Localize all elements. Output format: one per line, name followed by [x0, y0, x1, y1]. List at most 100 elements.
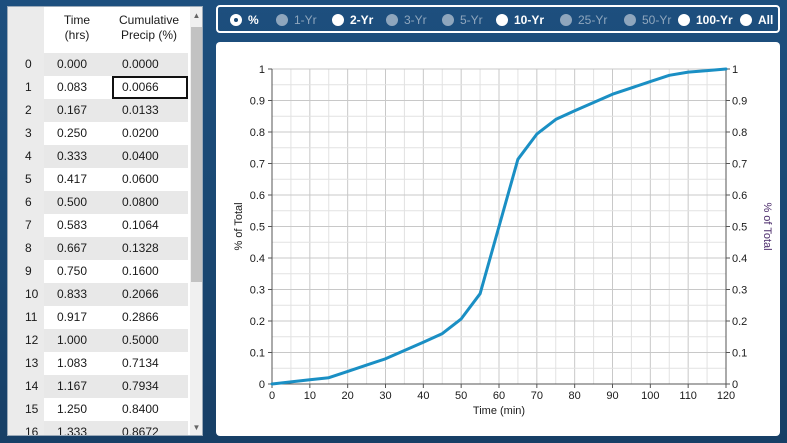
x-tick-label: 100	[641, 390, 659, 402]
table-row[interactable]: 10 0.833 0.2066	[8, 283, 190, 306]
precip-cell[interactable]: 0.0400	[112, 145, 188, 168]
row-index-cell: 7	[8, 214, 44, 237]
precip-cell[interactable]: 0.1064	[112, 214, 188, 237]
time-cell[interactable]: 1.333	[44, 421, 112, 435]
row-index-cell: 2	[8, 99, 44, 122]
row-index-cell: 8	[8, 237, 44, 260]
y-tick-label-right: 0.8	[732, 127, 747, 139]
table-row[interactable]: 14 1.167 0.7934	[8, 375, 190, 398]
radio-label: 25-Yr	[578, 13, 608, 27]
table-row[interactable]: 15 1.250 0.8400	[8, 398, 190, 421]
precip-cell[interactable]: 0.0066	[112, 76, 188, 99]
time-header-line2: (hrs)	[64, 28, 90, 42]
table-row[interactable]: 12 1.000 0.5000	[8, 329, 190, 352]
chart-panel: 0 10 20 30 40 50 60 70 80 90 100 110 120 0 0 0.1 0.1 0.2 0…	[216, 42, 780, 436]
precip-cell[interactable]: 0.8672	[112, 421, 188, 435]
precip-cell[interactable]: 0.0000	[112, 53, 188, 76]
table-row[interactable]: 5 0.417 0.0600	[8, 168, 190, 191]
row-index-cell: 5	[8, 168, 44, 191]
precip-column-header[interactable]: Cumulative Precip (%)	[110, 7, 188, 53]
y-tick-label-left: 0.1	[250, 348, 265, 360]
radio-label: 3-Yr	[404, 13, 427, 27]
table-row[interactable]: 9 0.750 0.1600	[8, 260, 190, 283]
table-row[interactable]: 8 0.667 0.1328	[8, 237, 190, 260]
radio-circle-icon	[624, 14, 636, 26]
x-axis-title: Time (min)	[473, 405, 525, 417]
precip-distribution-chart: 0 10 20 30 40 50 60 70 80 90 100 110 1200 00.1 0.10.2 0…	[233, 64, 773, 417]
time-cell[interactable]: 0.167	[44, 99, 112, 122]
x-tick-label: 20	[342, 390, 354, 402]
time-cell[interactable]: 0.000	[44, 53, 112, 76]
precip-cell[interactable]: 0.7134	[112, 352, 188, 375]
time-cell[interactable]: 1.167	[44, 375, 112, 398]
time-cell[interactable]: 1.083	[44, 352, 112, 375]
time-cell[interactable]: 0.750	[44, 260, 112, 283]
precip-cell[interactable]: 0.0133	[112, 99, 188, 122]
x-tick-label: 60	[493, 390, 505, 402]
table-row[interactable]: 16 1.333 0.8672	[8, 421, 190, 435]
x-tick-label: 70	[531, 390, 543, 402]
table-row[interactable]: 2 0.167 0.0133	[8, 99, 190, 122]
radio-circle-icon	[276, 14, 288, 26]
radio-label: 2-Yr	[350, 13, 374, 27]
precip-cell[interactable]: 0.1328	[112, 237, 188, 260]
time-cell[interactable]: 0.333	[44, 145, 112, 168]
y-tick-label-left: 0.8	[250, 127, 265, 139]
row-index-cell: 14	[8, 375, 44, 398]
time-cell[interactable]: 1.250	[44, 398, 112, 421]
time-cell[interactable]: 0.250	[44, 122, 112, 145]
y-tick-label-right: 1	[732, 64, 738, 76]
radio-circle-icon	[386, 14, 398, 26]
radio-circle-icon	[560, 14, 572, 26]
radio-label: 10-Yr	[514, 13, 545, 27]
precip-cell[interactable]: 0.0600	[112, 168, 188, 191]
scrollbar-thumb[interactable]	[191, 27, 202, 282]
table-row[interactable]: 3 0.250 0.0200	[8, 122, 190, 145]
precip-cell[interactable]: 0.0800	[112, 191, 188, 214]
y-tick-label-left: 0.2	[250, 316, 265, 328]
precip-cell[interactable]: 0.5000	[112, 329, 188, 352]
time-column-header[interactable]: Time (hrs)	[44, 7, 110, 53]
table-row[interactable]: 6 0.500 0.0800	[8, 191, 190, 214]
data-table[interactable]: Time (hrs) Cumulative Precip (%) 0 0.000 0…	[7, 6, 203, 436]
time-cell[interactable]: 1.000	[44, 329, 112, 352]
table-row[interactable]: 7 0.583 0.1064	[8, 214, 190, 237]
x-tick-label: 120	[717, 390, 735, 402]
radio-label: All	[758, 13, 774, 27]
row-index-cell: 16	[8, 421, 44, 435]
time-cell[interactable]: 0.833	[44, 283, 112, 306]
table-row[interactable]: 13 1.083 0.7134	[8, 352, 190, 375]
time-cell[interactable]: 0.083	[44, 76, 112, 99]
precip-cell[interactable]: 0.7934	[112, 375, 188, 398]
row-index-header	[8, 7, 44, 53]
time-cell[interactable]: 0.500	[44, 191, 112, 214]
table-row[interactable]: 11 0.917 0.2866	[8, 306, 190, 329]
y-tick-label-left: 1	[259, 64, 265, 76]
time-cell[interactable]: 0.417	[44, 168, 112, 191]
table-row[interactable]: 0 0.000 0.0000	[8, 53, 190, 76]
scroll-down-arrow-icon[interactable]: ▼	[190, 421, 202, 435]
y-tick-label-left: 0.3	[250, 285, 265, 297]
time-cell[interactable]: 0.583	[44, 214, 112, 237]
radio-circle-icon	[496, 14, 508, 26]
table-row[interactable]: 1 0.083 0.0066	[8, 76, 190, 99]
radio-circle-icon	[678, 14, 690, 26]
precip-cell[interactable]: 0.8400	[112, 398, 188, 421]
y-tick-label-right: 0.2	[732, 316, 747, 328]
y-tick-label-right: 0.5	[732, 222, 747, 234]
vertical-scrollbar[interactable]: ▲ ▼	[190, 7, 202, 435]
y-tick-label-right: 0.6	[732, 190, 747, 202]
x-tick-label: 50	[455, 390, 467, 402]
table-row[interactable]: 4 0.333 0.0400	[8, 145, 190, 168]
radio-circle-icon	[332, 14, 344, 26]
y-tick-label-left: 0.6	[250, 190, 265, 202]
row-index-cell: 10	[8, 283, 44, 306]
precip-cell[interactable]: 0.2866	[112, 306, 188, 329]
precip-cell[interactable]: 0.1600	[112, 260, 188, 283]
radio-circle-icon	[230, 14, 242, 26]
time-cell[interactable]: 0.667	[44, 237, 112, 260]
precip-cell[interactable]: 0.2066	[112, 283, 188, 306]
scroll-up-arrow-icon[interactable]: ▲	[190, 9, 202, 23]
time-cell[interactable]: 0.917	[44, 306, 112, 329]
precip-cell[interactable]: 0.0200	[112, 122, 188, 145]
